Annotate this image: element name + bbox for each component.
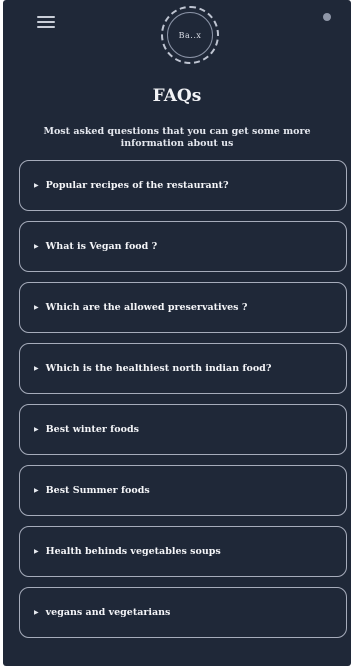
faq-question: Which are the allowed preservatives ? [45,302,248,313]
restaurant-logo[interactable]: Ba..x [161,6,219,64]
faq-item[interactable]: ▶ Which are the allowed preservatives ? [19,282,347,333]
faq-item[interactable]: ▶ Popular recipes of the restaurant? [19,160,347,211]
faq-item[interactable]: ▶ vegans and vegetarians [19,587,347,638]
faq-list: ▶ Popular recipes of the restaurant? ▶ W… [19,160,347,648]
dot-icon[interactable] [323,13,331,21]
faq-question: Health behinds vegetables soups [45,546,221,557]
hamburger-menu-icon[interactable] [37,16,55,28]
expand-triangle-icon: ▶ [34,609,39,616]
page-title: FAQs [152,86,202,106]
faq-question: What is Vegan food ? [45,241,158,252]
expand-triangle-icon: ▶ [34,365,39,372]
expand-triangle-icon: ▶ [34,487,39,494]
faq-item[interactable]: ▶ What is Vegan food ? [19,221,347,272]
faq-question: Which is the healthiest north indian foo… [45,363,272,374]
expand-triangle-icon: ▶ [34,426,39,433]
expand-triangle-icon: ▶ [34,548,39,555]
faq-item[interactable]: ▶ Which is the healthiest north indian f… [19,343,347,394]
faq-question: vegans and vegetarians [45,607,171,618]
faq-item[interactable]: ▶ Best Summer foods [19,465,347,516]
faq-question: Popular recipes of the restaurant? [45,180,229,191]
expand-triangle-icon: ▶ [34,243,39,250]
faq-item[interactable]: ▶ Health behinds vegetables soups [19,526,347,577]
expand-triangle-icon: ▶ [34,304,39,311]
expand-triangle-icon: ▶ [34,182,39,189]
app-screen: Ba..x FAQs Most asked questions that you… [3,0,351,666]
top-bar: Ba..x [3,0,351,72]
logo-text: Ba..x [167,12,213,58]
faq-question: Best Summer foods [45,485,150,496]
faq-item[interactable]: ▶ Best winter foods [19,404,347,455]
faq-question: Best winter foods [45,424,139,435]
page-subtitle: Most asked questions that you can get so… [43,126,311,149]
